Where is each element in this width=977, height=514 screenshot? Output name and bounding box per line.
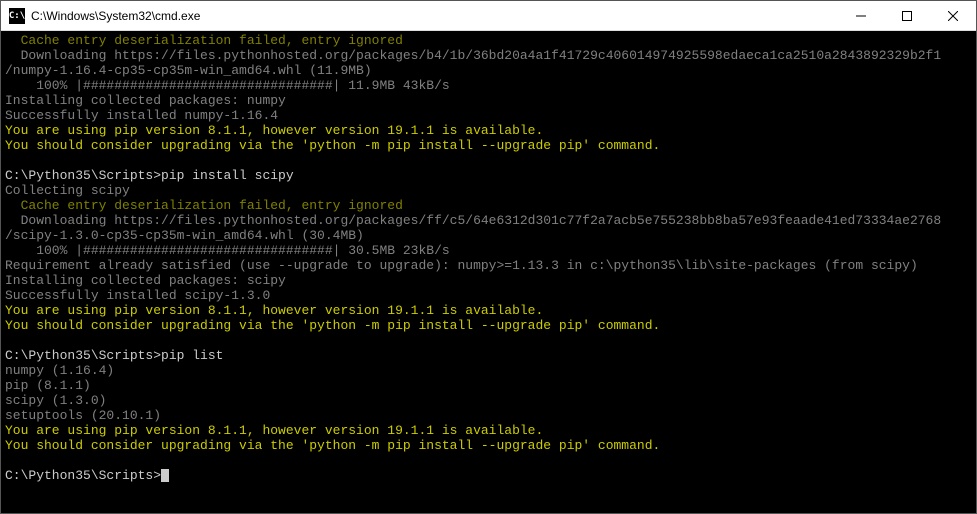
output-text: You should consider upgrading via the 'p… [5, 438, 660, 453]
output-text: You should consider upgrading via the 'p… [5, 318, 660, 333]
cmd-icon: C:\ [9, 8, 25, 24]
output-text: You are using pip version 8.1.1, however… [5, 123, 543, 138]
terminal-line: Downloading https://files.pythonhosted.o… [5, 48, 972, 63]
terminal-line [5, 453, 972, 468]
maximize-button[interactable] [884, 1, 930, 30]
terminal-line: You are using pip version 8.1.1, however… [5, 303, 972, 318]
terminal-line: Collecting scipy [5, 183, 972, 198]
output-text: scipy (1.3.0) [5, 393, 106, 408]
window-controls [838, 1, 976, 30]
terminal-line: Successfully installed scipy-1.3.0 [5, 288, 972, 303]
terminal-line: numpy (1.16.4) [5, 363, 972, 378]
output-text: You should consider upgrading via the 'p… [5, 138, 660, 153]
output-text: Cache entry deserialization failed, entr… [5, 198, 403, 213]
cmd-window: C:\ C:\Windows\System32\cmd.exe Cache en… [0, 0, 977, 514]
output-text: You are using pip version 8.1.1, however… [5, 423, 543, 438]
output-text: Installing collected packages: numpy [5, 93, 286, 108]
output-text: setuptools (20.10.1) [5, 408, 161, 423]
output-text: Successfully installed numpy-1.16.4 [5, 108, 278, 123]
terminal-line: /numpy-1.16.4-cp35-cp35m-win_amd64.whl (… [5, 63, 972, 78]
command-text: pip list [161, 348, 223, 363]
output-text: 100% |################################| … [5, 243, 450, 258]
terminal-line: You should consider upgrading via the 'p… [5, 318, 972, 333]
output-text: Installing collected packages: scipy [5, 273, 286, 288]
minimize-button[interactable] [838, 1, 884, 30]
terminal-line: /scipy-1.3.0-cp35-cp35m-win_amd64.whl (3… [5, 228, 972, 243]
terminal-line: 100% |################################| … [5, 243, 972, 258]
terminal-line: setuptools (20.10.1) [5, 408, 972, 423]
terminal-line: C:\Python35\Scripts>pip list [5, 348, 972, 363]
terminal-line: You should consider upgrading via the 'p… [5, 438, 972, 453]
cursor [161, 469, 169, 482]
terminal-line: C:\Python35\Scripts> [5, 468, 972, 483]
titlebar: C:\ C:\Windows\System32\cmd.exe [1, 1, 976, 31]
terminal-line: Downloading https://files.pythonhosted.o… [5, 213, 972, 228]
maximize-icon [902, 11, 912, 21]
close-icon [948, 11, 958, 21]
output-text: Requirement already satisfied (use --upg… [5, 258, 918, 273]
window-title: C:\Windows\System32\cmd.exe [31, 9, 838, 23]
terminal-line: Successfully installed numpy-1.16.4 [5, 108, 972, 123]
terminal-line: scipy (1.3.0) [5, 393, 972, 408]
output-text: 100% |################################| … [5, 78, 450, 93]
terminal-line: 100% |################################| … [5, 78, 972, 93]
terminal-output[interactable]: Cache entry deserialization failed, entr… [1, 31, 976, 513]
output-text: Collecting scipy [5, 183, 130, 198]
terminal-line [5, 333, 972, 348]
terminal-line: Installing collected packages: scipy [5, 273, 972, 288]
output-text: /numpy-1.16.4-cp35-cp35m-win_amd64.whl (… [5, 63, 372, 78]
output-text: numpy (1.16.4) [5, 363, 114, 378]
prompt: C:\Python35\Scripts> [5, 468, 161, 483]
prompt: C:\Python35\Scripts> [5, 348, 161, 363]
terminal-line [5, 153, 972, 168]
close-button[interactable] [930, 1, 976, 30]
output-text: /scipy-1.3.0-cp35-cp35m-win_amd64.whl (3… [5, 228, 364, 243]
terminal-line: You are using pip version 8.1.1, however… [5, 423, 972, 438]
output-text: Downloading https://files.pythonhosted.o… [5, 213, 941, 228]
command-text: pip install scipy [161, 168, 294, 183]
terminal-line: You are using pip version 8.1.1, however… [5, 123, 972, 138]
terminal-line: C:\Python35\Scripts>pip install scipy [5, 168, 972, 183]
prompt: C:\Python35\Scripts> [5, 168, 161, 183]
terminal-line: pip (8.1.1) [5, 378, 972, 393]
output-text: You are using pip version 8.1.1, however… [5, 303, 543, 318]
output-text: Downloading https://files.pythonhosted.o… [5, 48, 941, 63]
terminal-line: Requirement already satisfied (use --upg… [5, 258, 972, 273]
minimize-icon [856, 11, 866, 21]
terminal-line: Cache entry deserialization failed, entr… [5, 33, 972, 48]
output-text: pip (8.1.1) [5, 378, 91, 393]
terminal-line: You should consider upgrading via the 'p… [5, 138, 972, 153]
terminal-line: Installing collected packages: numpy [5, 93, 972, 108]
output-text: Cache entry deserialization failed, entr… [5, 33, 403, 48]
terminal-line: Cache entry deserialization failed, entr… [5, 198, 972, 213]
output-text: Successfully installed scipy-1.3.0 [5, 288, 270, 303]
